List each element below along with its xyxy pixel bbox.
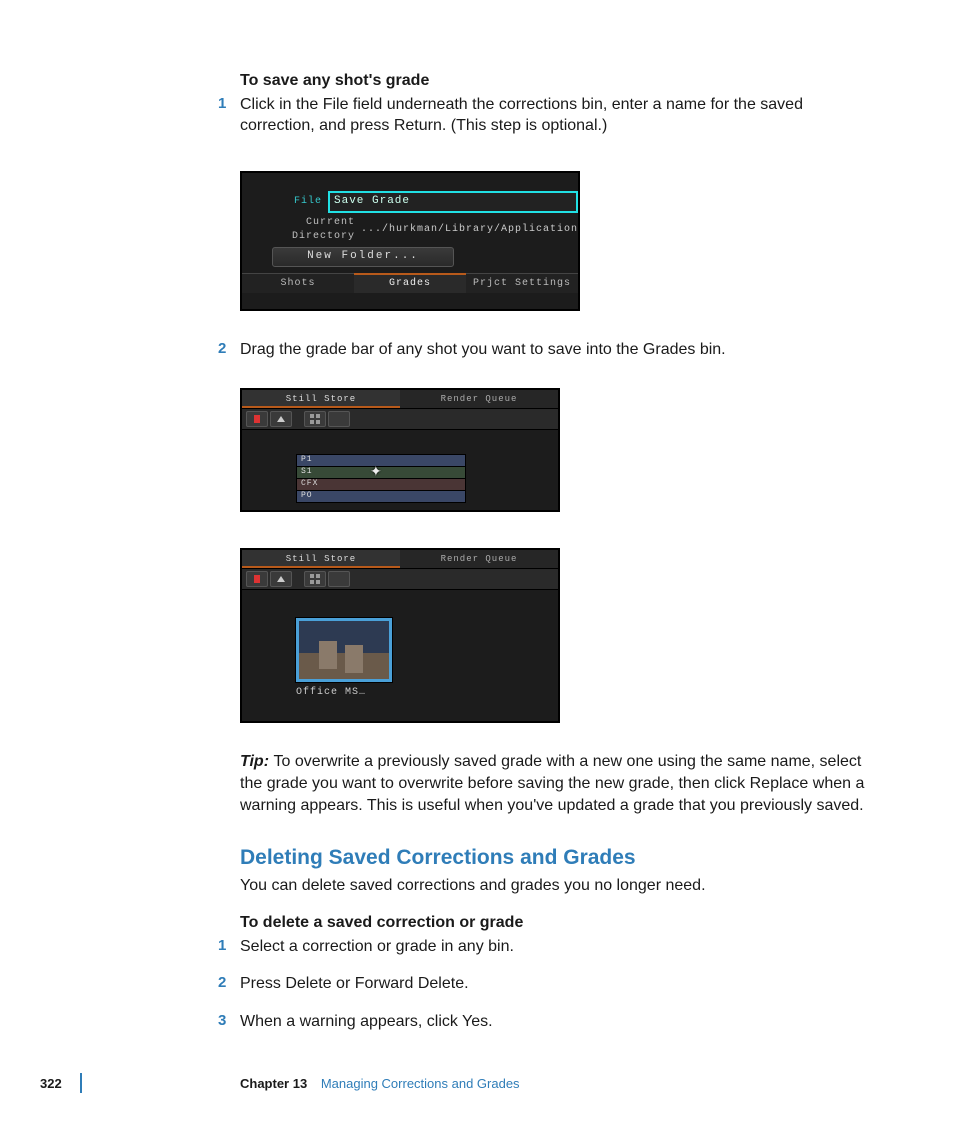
task-heading: To save any shot's grade [240, 70, 880, 92]
grid-icon [310, 574, 320, 584]
page-number: 322 [40, 1075, 62, 1093]
grid-view-button[interactable] [304, 411, 326, 427]
screenshot-file-field: File Save Grade Current Directory .../hu… [240, 171, 580, 311]
triangle-button[interactable] [270, 571, 292, 587]
grid-view-button[interactable] [304, 571, 326, 587]
current-directory-label: Current Directory [272, 216, 361, 243]
chapter-label: Chapter 13 [240, 1076, 307, 1091]
list-view-button[interactable] [328, 411, 350, 427]
step-2: 2 Press Delete or Forward Delete. [240, 973, 880, 995]
chapter-line: Chapter 13 Managing Corrections and Grad… [240, 1075, 520, 1093]
triangle-icon [277, 416, 285, 422]
page: To save any shot's grade 1 Click in the … [0, 0, 954, 1145]
content-column: To save any shot's grade 1 Click in the … [240, 70, 880, 1032]
current-directory-path: .../hurkman/Library/Application [361, 223, 578, 237]
step-text: Click in the File field underneath the c… [240, 94, 880, 137]
tab-render-queue[interactable]: Render Queue [400, 550, 558, 568]
grid-icon [310, 414, 320, 424]
flag-icon [254, 415, 260, 423]
step-3: 3 When a warning appears, click Yes. [240, 1011, 880, 1033]
flag-button[interactable] [246, 571, 268, 587]
step-text: When a warning appears, click Yes. [240, 1011, 880, 1033]
step-number: 3 [218, 1011, 226, 1031]
file-label: File [272, 195, 328, 209]
footer-rule [80, 1073, 82, 1093]
tab-shots[interactable]: Shots [242, 273, 354, 293]
chapter-title: Managing Corrections and Grades [321, 1076, 520, 1091]
top-tabs: Still Store Render Queue [242, 390, 558, 409]
tab-render-queue[interactable]: Render Queue [400, 390, 558, 408]
bin-tabs: Shots Grades Prjct Settings [242, 273, 578, 293]
tab-project-settings[interactable]: Prjct Settings [466, 273, 578, 293]
top-tabs: Still Store Render Queue [242, 550, 558, 569]
tab-grades[interactable]: Grades [354, 273, 466, 293]
tip-label: Tip: [240, 753, 273, 770]
tip-body: To overwrite a previously saved grade wi… [240, 753, 864, 813]
grade-thumbnail-label: Office MS… [296, 686, 366, 700]
step-number: 1 [218, 936, 226, 956]
grade-bar-po[interactable]: PO [296, 490, 466, 503]
step-1: 1 Click in the File field underneath the… [240, 94, 880, 137]
tab-still-store[interactable]: Still Store [242, 550, 400, 568]
list-view-button[interactable] [328, 571, 350, 587]
tab-still-store[interactable]: Still Store [242, 390, 400, 408]
section-intro: You can delete saved corrections and gra… [240, 875, 880, 897]
flag-button[interactable] [246, 411, 268, 427]
tip-paragraph: Tip: To overwrite a previously saved gra… [240, 751, 880, 816]
file-input[interactable]: Save Grade [328, 191, 578, 213]
page-footer: 322 Chapter 13 Managing Corrections and … [0, 1075, 954, 1105]
section-heading: Deleting Saved Corrections and Grades [240, 844, 880, 872]
step-text: Press Delete or Forward Delete. [240, 973, 880, 995]
step-number: 2 [218, 973, 226, 993]
step-number: 2 [218, 339, 226, 359]
screenshot-grade-bars: Still Store Render Queue P1 S1 CFX PO ✦ [240, 388, 560, 512]
triangle-button[interactable] [270, 411, 292, 427]
step-1: 1 Select a correction or grade in any bi… [240, 936, 880, 958]
step-number: 1 [218, 94, 226, 114]
toolbar [242, 409, 558, 430]
flag-icon [254, 575, 260, 583]
step-text: Drag the grade bar of any shot you want … [240, 339, 880, 361]
screenshot-grades-bin: Still Store Render Queue Office MS… [240, 548, 560, 723]
step-text: Select a correction or grade in any bin. [240, 936, 880, 958]
grade-thumbnail[interactable] [296, 618, 392, 682]
triangle-icon [277, 576, 285, 582]
new-folder-button[interactable]: New Folder... [272, 247, 454, 267]
step-2: 2 Drag the grade bar of any shot you wan… [240, 339, 880, 361]
task-heading: To delete a saved correction or grade [240, 912, 880, 934]
toolbar [242, 569, 558, 590]
grade-bars: P1 S1 CFX PO [296, 454, 466, 502]
